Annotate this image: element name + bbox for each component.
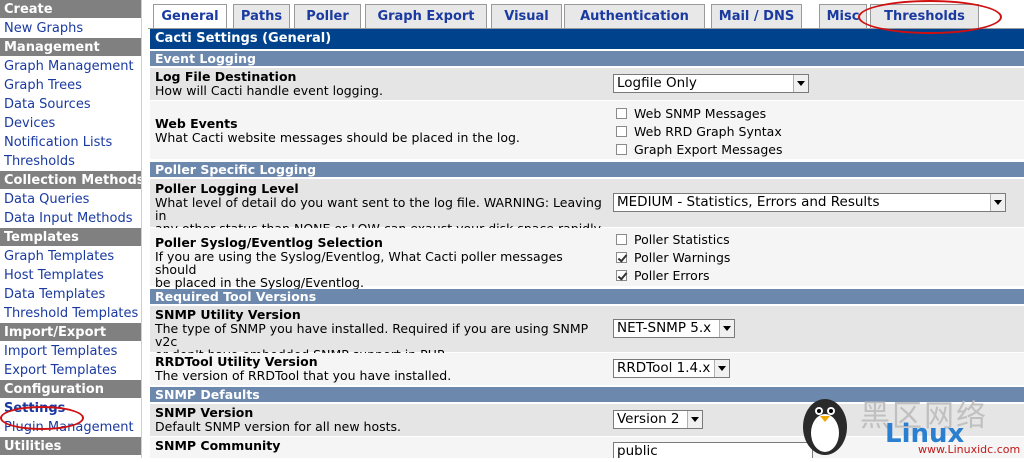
snmp-version-desc: Default SNMP version for all new hosts. bbox=[155, 419, 402, 434]
checkbox-web-rrd-graph-syntax[interactable]: Web RRD Graph Syntax bbox=[616, 124, 782, 140]
row-web-events: Web Events What Cacti website messages s… bbox=[150, 101, 1024, 159]
sidebar-nav: Create New Graphs Management Graph Manageme… bbox=[0, 0, 141, 458]
checkbox-checked-icon[interactable] bbox=[616, 252, 627, 263]
snmp-version-select[interactable]: Version 2 bbox=[613, 410, 703, 429]
penguin-logo-icon bbox=[803, 399, 847, 455]
sidebar-item-settings[interactable]: Settings bbox=[0, 399, 141, 418]
snmp-community-title: SNMP Community bbox=[155, 438, 281, 453]
web-events-title: Web Events bbox=[155, 116, 238, 131]
chevron-down-icon[interactable] bbox=[687, 411, 702, 428]
sidebar-heading-collection-methods: Collection Methods bbox=[0, 171, 141, 190]
sidebar-item-devices[interactable]: Devices bbox=[0, 114, 141, 133]
log-dest-title: Log File Destination bbox=[155, 69, 297, 84]
section-poller-logging: Poller Specific Logging bbox=[150, 162, 1024, 177]
checkbox-poller-statistics[interactable]: Poller Statistics bbox=[616, 232, 730, 248]
tab-poller[interactable]: Poller bbox=[294, 4, 361, 28]
snmp-community-input[interactable]: public bbox=[613, 442, 813, 458]
tab-thresholds[interactable]: Thresholds bbox=[870, 4, 979, 28]
sidebar-item-thresholds[interactable]: Thresholds bbox=[0, 152, 141, 171]
checkbox-unchecked-icon[interactable] bbox=[616, 126, 627, 137]
site-watermark: 黑区网络 Linux www.Linuxidc.com bbox=[790, 385, 1024, 458]
sidebar-separator bbox=[141, 0, 148, 458]
checkbox-label: Poller Warnings bbox=[634, 250, 731, 265]
sidebar-item-graph-templates[interactable]: Graph Templates bbox=[0, 247, 141, 266]
rrdtool-desc: The version of RRDTool that you have ins… bbox=[155, 368, 452, 383]
checkbox-graph-export-messages[interactable]: Graph Export Messages bbox=[616, 142, 783, 158]
snmp-utility-title: SNMP Utility Version bbox=[155, 307, 301, 322]
section-tool-versions: Required Tool Versions bbox=[150, 289, 1024, 304]
sidebar-item-new-graphs[interactable]: New Graphs bbox=[0, 19, 141, 38]
sidebar-item-graph-management[interactable]: Graph Management bbox=[0, 57, 141, 76]
tab-misc[interactable]: Misc bbox=[819, 4, 867, 28]
sidebar-item-import-templates[interactable]: Import Templates bbox=[0, 342, 141, 361]
checkbox-label: Graph Export Messages bbox=[634, 142, 783, 157]
snmp-utility-desc-line1: The type of SNMP you have installed. Req… bbox=[155, 321, 589, 349]
checkbox-unchecked-icon[interactable] bbox=[616, 144, 627, 155]
checkbox-poller-errors[interactable]: Poller Errors bbox=[616, 268, 709, 284]
row-log-file-destination: Log File Destination How will Cacti hand… bbox=[150, 68, 1024, 100]
sidebar-item-export-templates[interactable]: Export Templates bbox=[0, 361, 141, 380]
log-destination-select[interactable]: Logfile Only bbox=[613, 74, 809, 93]
checkbox-unchecked-icon[interactable] bbox=[616, 108, 627, 119]
sidebar-item-host-templates[interactable]: Host Templates bbox=[0, 266, 141, 285]
sidebar-item-data-queries[interactable]: Data Queries bbox=[0, 190, 141, 209]
tab-graph-export[interactable]: Graph Export bbox=[365, 4, 487, 28]
rrdtool-title: RRDTool Utility Version bbox=[155, 354, 318, 369]
sidebar-item-plugin-management[interactable]: Plugin Management bbox=[0, 418, 141, 437]
sidebar-heading-configuration: Configuration bbox=[0, 380, 141, 399]
poller-syslog-title: Poller Syslog/Eventlog Selection bbox=[155, 235, 383, 250]
rrdtool-version-select[interactable]: RRDTool 1.4.x bbox=[613, 359, 730, 378]
sidebar-heading-utilities: Utilities bbox=[0, 437, 141, 456]
log-dest-desc: How will Cacti handle event logging. bbox=[155, 83, 383, 98]
chevron-down-icon[interactable] bbox=[719, 320, 734, 337]
snmp-version-title: SNMP Version bbox=[155, 405, 254, 420]
row-snmp-utility-version: SNMP Utility Version The type of SNMP yo… bbox=[150, 306, 1024, 361]
poller-level-desc-line1: What level of detail do you want sent to… bbox=[155, 195, 602, 223]
web-events-desc: What Cacti website messages should be pl… bbox=[155, 130, 520, 145]
tab-general[interactable]: General bbox=[153, 4, 227, 28]
sidebar-item-notification-lists[interactable]: Notification Lists bbox=[0, 133, 141, 152]
sidebar-item-graph-trees[interactable]: Graph Trees bbox=[0, 76, 141, 95]
sidebar-heading-templates: Templates bbox=[0, 228, 141, 247]
page-title: Cacti Settings (General) bbox=[150, 29, 1024, 49]
sidebar-item-data-sources[interactable]: Data Sources bbox=[0, 95, 141, 114]
poller-syslog-desc-line1: If you are using the Syslog/Eventlog, Wh… bbox=[155, 249, 563, 277]
tab-paths[interactable]: Paths bbox=[233, 4, 290, 28]
tab-visual[interactable]: Visual bbox=[491, 4, 562, 28]
sidebar-heading-import-export: Import/Export bbox=[0, 323, 141, 342]
chevron-down-icon[interactable] bbox=[990, 194, 1005, 211]
poller-syslog-desc-line2: be placed in the Syslog/Eventlog. bbox=[155, 275, 364, 290]
checkbox-poller-warnings[interactable]: Poller Warnings bbox=[616, 250, 730, 266]
sidebar-item-data-input-methods[interactable]: Data Input Methods bbox=[0, 209, 141, 228]
sidebar-heading-create: Create bbox=[0, 0, 141, 19]
poller-level-title: Poller Logging Level bbox=[155, 181, 299, 196]
checkbox-label: Web SNMP Messages bbox=[634, 106, 767, 121]
watermark-url: www.Linuxidc.com bbox=[918, 443, 1021, 456]
poller-logging-level-select[interactable]: MEDIUM - Statistics, Errors and Results bbox=[613, 193, 1006, 212]
section-event-logging: Event Logging bbox=[150, 51, 1024, 66]
sidebar-item-data-templates[interactable]: Data Templates bbox=[0, 285, 141, 304]
checkbox-label: Web RRD Graph Syntax bbox=[634, 124, 782, 139]
chevron-down-icon[interactable] bbox=[793, 75, 808, 92]
checkbox-label: Poller Statistics bbox=[634, 232, 730, 247]
checkbox-label: Poller Errors bbox=[634, 268, 710, 283]
checkbox-checked-icon[interactable] bbox=[616, 270, 627, 281]
chevron-down-icon[interactable] bbox=[714, 360, 729, 377]
row-poller-logging-level: Poller Logging Level What level of detai… bbox=[150, 179, 1024, 235]
tab-authentication[interactable]: Authentication bbox=[564, 4, 705, 28]
row-rrdtool-version: RRDTool Utility Version The version of R… bbox=[150, 353, 1024, 385]
checkbox-web-snmp-messages[interactable]: Web SNMP Messages bbox=[616, 106, 766, 122]
row-poller-syslog: Poller Syslog/Eventlog Selection If you … bbox=[150, 228, 1024, 290]
snmp-utility-version-select[interactable]: NET-SNMP 5.x bbox=[613, 319, 735, 338]
tab-mail-dns[interactable]: Mail / DNS bbox=[711, 4, 802, 28]
sidebar-heading-management: Management bbox=[0, 38, 141, 57]
sidebar-item-threshold-templates[interactable]: Threshold Templates bbox=[0, 304, 141, 323]
checkbox-unchecked-icon[interactable] bbox=[616, 234, 627, 245]
